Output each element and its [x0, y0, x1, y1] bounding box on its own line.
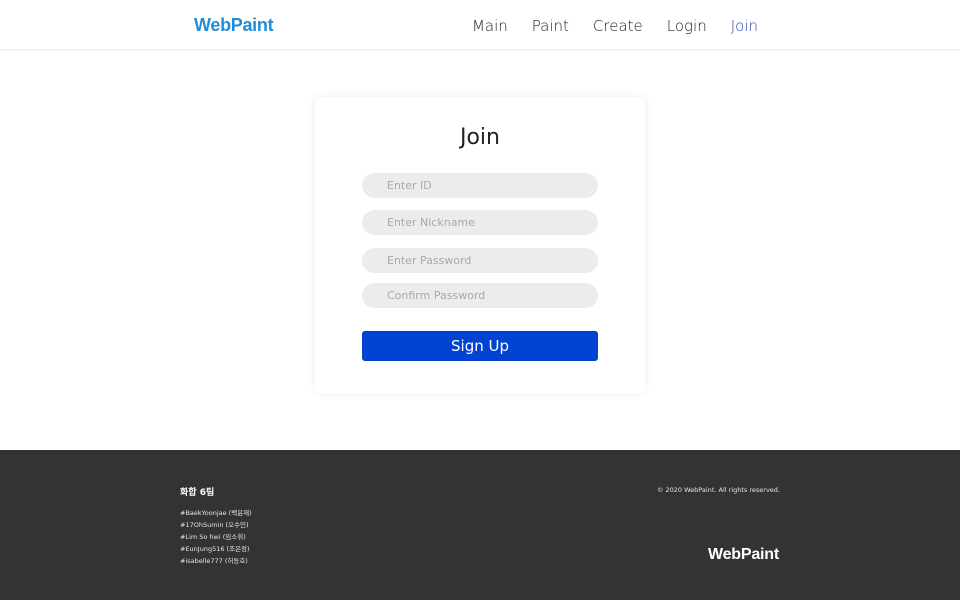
team-member: #BaekYoonjae (백윤재): [180, 509, 252, 517]
confirm-password-input[interactable]: [362, 283, 598, 308]
footer-logo: WebPaint: [707, 546, 779, 563]
nav-main[interactable]: Main: [472, 17, 508, 35]
copyright-text: © 2020 WebPaint. All rights reserved.: [656, 486, 780, 494]
team-member: #17OhSumin (오수민): [180, 521, 249, 529]
nav-login[interactable]: Login: [667, 17, 707, 35]
team-members-list: #BaekYoonjae (백윤재) #17OhSumin (오수민) #Lim…: [180, 507, 252, 567]
site-logo[interactable]: WebPaint: [194, 15, 274, 36]
nav-paint[interactable]: Paint: [532, 17, 569, 35]
nav-create[interactable]: Create: [593, 17, 643, 35]
id-input[interactable]: [362, 173, 598, 198]
team-member: #Lim So hwi (임소휘): [180, 533, 246, 541]
nickname-input[interactable]: [362, 210, 598, 235]
sign-up-button[interactable]: Sign Up: [362, 331, 598, 361]
nav-join[interactable]: Join: [731, 17, 758, 35]
main-nav: Main Paint Create Login Join: [472, 17, 758, 35]
join-card: Join Sign Up: [315, 97, 645, 394]
password-input[interactable]: [362, 248, 598, 273]
site-header: WebPaint Main Paint Create Login Join: [0, 0, 960, 50]
team-title: 화합 6팀: [180, 488, 215, 498]
join-title: Join: [459, 125, 500, 150]
team-member: #isabelle777 (허동호): [180, 557, 248, 565]
site-footer: 화합 6팀 #BaekYoonjae (백윤재) #17OhSumin (오수민…: [0, 450, 960, 600]
team-member: #EunJung516 (조은정): [180, 545, 250, 553]
